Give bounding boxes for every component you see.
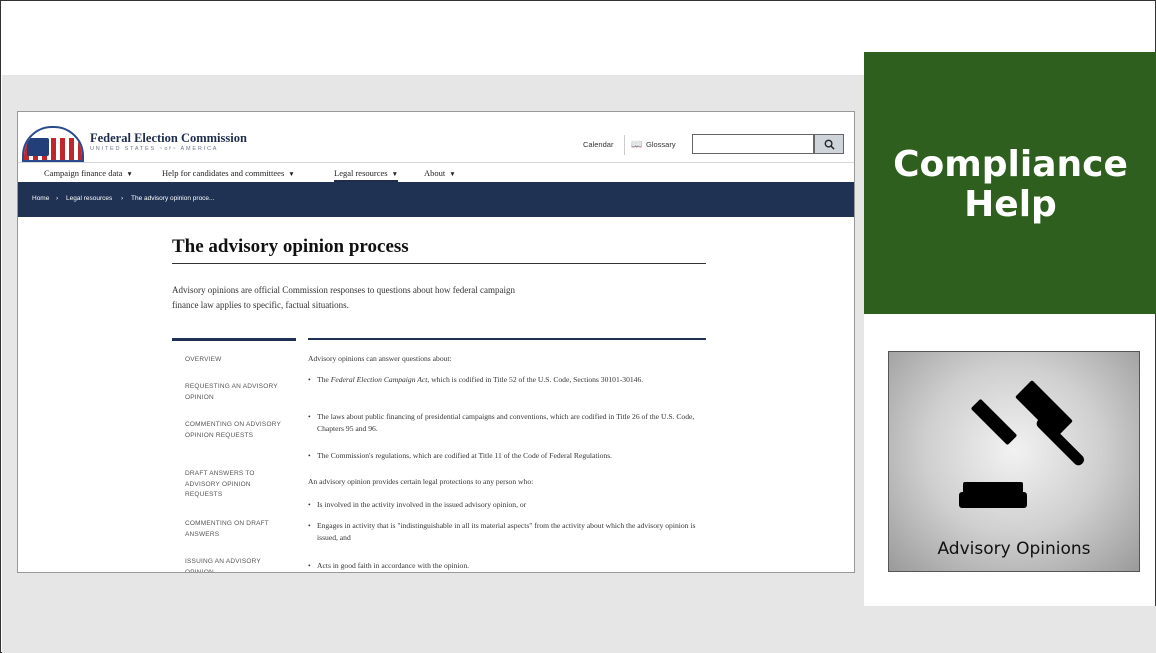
bullet-icon: •	[308, 561, 311, 570]
list-item: • Acts in good faith in accordance with …	[308, 560, 708, 572]
breadcrumb-legal-resources[interactable]: Legal resources	[66, 195, 112, 202]
search-button[interactable]	[814, 134, 844, 154]
nav-campaign-finance-data[interactable]: Campaign finance data ▼	[44, 168, 133, 178]
breadcrumb-separator: ›	[121, 195, 124, 202]
list-item-text: The laws about public financing of presi…	[317, 412, 695, 433]
compliance-help-panel: Compliance Help	[864, 52, 1156, 314]
breadcrumb-home[interactable]: Home	[32, 195, 49, 202]
list-item: • The Commission's regulations, which ar…	[308, 450, 708, 462]
list-item: • Is involved in the activity involved i…	[308, 499, 708, 511]
list-item-text: , which is codified in Title 52 of the U…	[427, 375, 644, 384]
background-footer-band	[2, 606, 1156, 653]
bullet-icon: •	[308, 521, 311, 530]
sidebar-item-issuing[interactable]: ISSUING AN ADVISORY OPINION	[185, 557, 289, 572]
site-header: Federal Election Commission UNITED STATE…	[18, 112, 854, 162]
list-item-text: The Commission's regulations, which are …	[317, 451, 613, 460]
nav-label: Campaign finance data	[44, 168, 123, 178]
nav-about[interactable]: About ▼	[424, 168, 456, 178]
main-nav: Campaign finance data ▼ Help for candidat…	[18, 162, 854, 182]
sidebar-item-requesting[interactable]: REQUESTING AN ADVISORY OPINION	[185, 382, 289, 403]
list-item: • The Federal Election Campaign Act, whi…	[308, 374, 708, 386]
fec-seal-logo[interactable]	[22, 126, 84, 162]
card-label: Advisory Opinions	[937, 539, 1091, 559]
glossary-link[interactable]: Glossary	[646, 140, 676, 149]
list-item-text: The	[317, 375, 331, 384]
caret-down-icon: ▼	[449, 171, 456, 178]
sidebar-item-commenting-requests[interactable]: COMMENTING ON ADVISORY OPINION REQUESTS	[185, 420, 289, 441]
body-lead: An advisory opinion provides certain leg…	[308, 477, 534, 486]
breadcrumb: Home › Legal resources › The advisory op…	[18, 182, 854, 217]
list-item-italic: Federal Election Campaign Act	[330, 375, 428, 384]
page-title: The advisory opinion process	[172, 236, 409, 257]
nav-label: About	[424, 168, 446, 178]
site-tagline: UNITED STATES ~of~ AMERICA	[90, 146, 219, 152]
caret-down-icon: ▼	[391, 171, 399, 178]
calendar-link[interactable]: Calendar	[583, 140, 613, 149]
caret-down-icon: ▼	[288, 171, 295, 178]
search-icon	[824, 139, 835, 150]
book-icon: 📖	[631, 139, 643, 149]
slide: Federal Election Commission UNITED STATE…	[0, 0, 1156, 653]
sidebar-item-overview[interactable]: OVERVIEW	[185, 355, 289, 366]
content-top-rule	[308, 338, 706, 340]
list-item: • The laws about public financing of pre…	[308, 411, 708, 435]
nav-help-candidates[interactable]: Help for candidates and committees ▼	[162, 168, 295, 178]
nav-label: Legal resources	[334, 168, 388, 178]
search-input[interactable]	[692, 134, 814, 154]
site-name[interactable]: Federal Election Commission	[90, 131, 247, 146]
gavel-icon	[959, 380, 1085, 508]
caret-down-icon: ▼	[126, 171, 133, 178]
advisory-opinions-card: Advisory Opinions	[888, 351, 1140, 572]
sidebar-item-draft-answers[interactable]: DRAFT ANSWERS TO ADVISORY OPINION REQUES…	[185, 469, 289, 501]
panel-title-line: Help	[964, 184, 1057, 225]
bullet-icon: •	[308, 451, 311, 460]
breadcrumb-separator: ›	[56, 195, 59, 202]
title-divider	[172, 263, 706, 264]
body-lead: Advisory opinions can answer questions a…	[308, 354, 452, 363]
utility-divider	[624, 135, 625, 155]
bullet-icon: •	[308, 375, 311, 384]
sidebar-item-commenting-drafts[interactable]: COMMENTING ON DRAFT ANSWERS	[185, 519, 289, 540]
page-intro: Advisory opinions are official Commissio…	[172, 285, 516, 310]
panel-title-line: Compliance	[893, 144, 1128, 185]
nav-legal-resources[interactable]: Legal resources ▼	[334, 168, 399, 182]
list-item-text: Is involved in the activity involved in …	[317, 500, 527, 509]
list-item-text: Acts in good faith in accordance with th…	[317, 561, 470, 570]
panel-title: Compliance Help	[864, 145, 1156, 225]
bullet-icon: •	[308, 500, 311, 509]
list-item-text: Engages in activity that is "indistingui…	[317, 521, 696, 542]
list-item: • Engages in activity that is "indisting…	[308, 520, 708, 544]
website-screenshot: Federal Election Commission UNITED STATE…	[17, 111, 855, 573]
bullet-icon: •	[308, 412, 311, 421]
breadcrumb-current: The advisory opinion proce...	[131, 195, 215, 202]
sidebar-top-rule	[172, 338, 296, 341]
nav-label: Help for candidates and committees	[162, 168, 285, 178]
seal-stars	[27, 138, 49, 156]
